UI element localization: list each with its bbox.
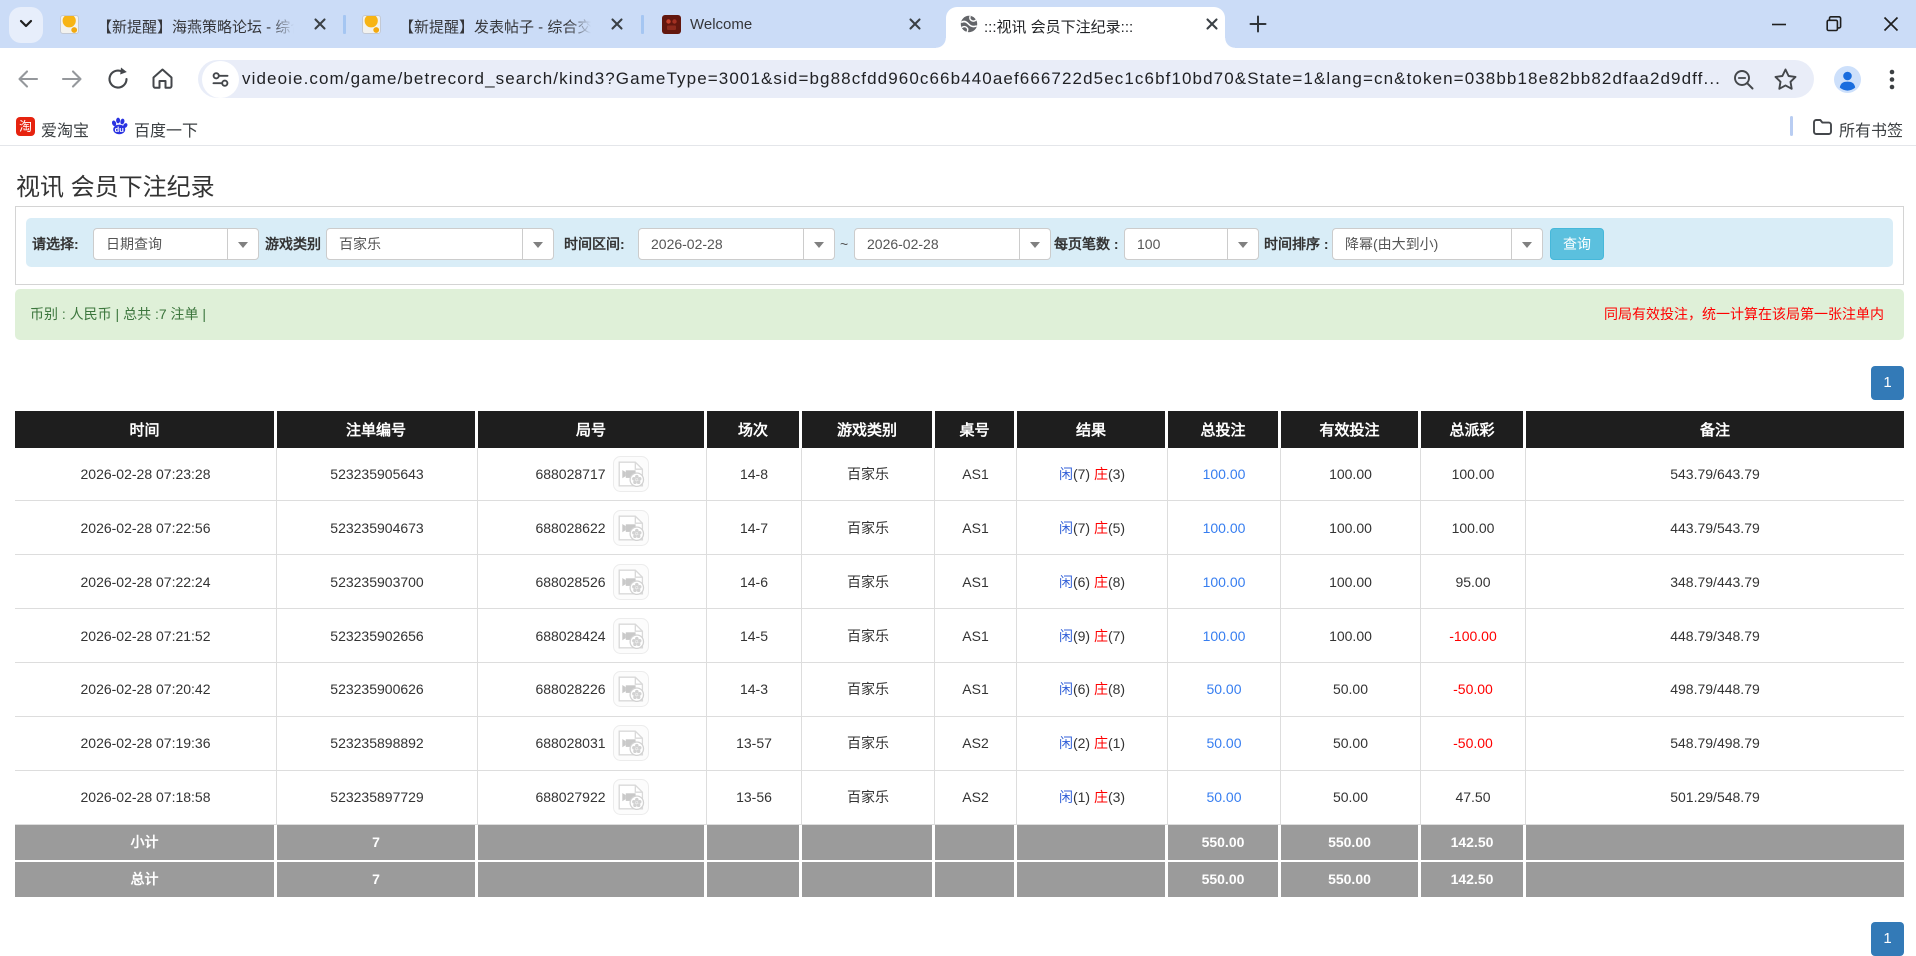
svg-text:du: du [115,125,125,134]
